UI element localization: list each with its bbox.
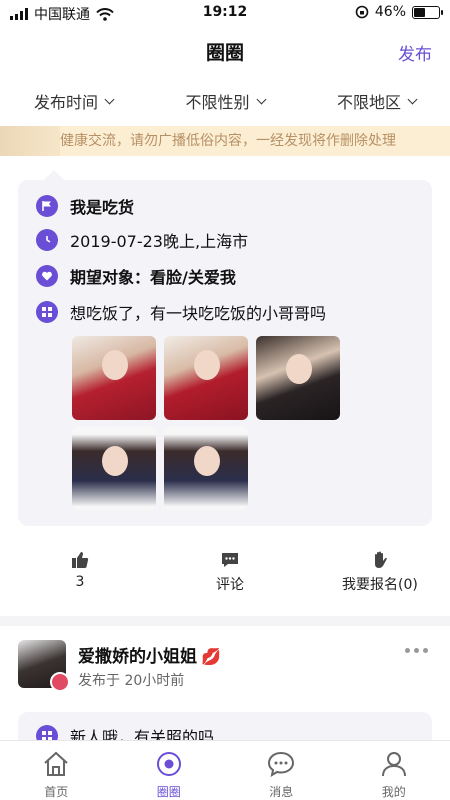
heart-icon [36, 265, 58, 287]
filter-region[interactable]: 不限地区 [336, 89, 418, 113]
chevron-down-icon [407, 94, 418, 104]
notice-image [0, 126, 60, 156]
notice-banner: 健康交流，请勿广播低俗内容，一经发现将作删除处理 [0, 126, 450, 156]
post-username[interactable]: 爱撒娇的小姐姐 [78, 647, 197, 667]
post-timestamp: 发布于 20小时前 [78, 673, 185, 689]
search-badge-icon [50, 672, 70, 692]
like-count: 3 [75, 574, 85, 590]
lips-icon: 💋 [201, 647, 221, 666]
filter-gender-label: 不限性别 [185, 93, 250, 112]
post-datetime: 2019-07-23晚上,上海市 [70, 232, 249, 251]
photo-thumbnail[interactable] [164, 426, 248, 510]
tab-profile-label: 我的 [381, 785, 406, 799]
post-title: 我是吃货 [70, 198, 135, 217]
filter-gender[interactable]: 不限性别 [185, 89, 266, 113]
more-icon[interactable] [405, 648, 428, 653]
chevron-down-icon [104, 94, 115, 104]
post-detail-box[interactable]: 我是吃货 2019-07-23晚上,上海市 期望对象：看脸/关爱我 想吃饭了，有… [18, 170, 432, 526]
nav-bar: 圈圈 发布 [0, 26, 450, 76]
photo-thumbnail[interactable] [164, 336, 248, 420]
circle-icon [156, 752, 181, 776]
photo-thumbnail[interactable] [256, 336, 340, 420]
filter-time[interactable]: 发布时间 [34, 89, 115, 113]
battery-icon [412, 5, 443, 19]
message-icon [268, 751, 295, 778]
signup-label: 我要报名(0) [342, 577, 418, 593]
tab-home[interactable]: 首页 [0, 741, 113, 800]
battery-percent: 46% [374, 4, 406, 20]
filter-bar: 发布时间 不限性别 不限地区 [0, 76, 450, 126]
post-time-row: 2019-07-23晚上,上海市 [36, 228, 248, 252]
post-content-row: 想吃饭了，有一块吃吃饭的小哥哥吗 [36, 300, 326, 324]
page-title: 圈圈 [205, 42, 244, 64]
home-icon [44, 751, 68, 776]
grid-icon [36, 301, 58, 323]
post-card: 我是吃货 2019-07-23晚上,上海市 期望对象：看脸/关爱我 想吃饭了，有… [0, 156, 450, 616]
status-right: 46% [355, 4, 443, 20]
thumbs-up-icon [70, 550, 90, 570]
post-title-row: 我是吃货 [36, 194, 134, 218]
comment-label: 评论 [216, 577, 244, 593]
post-expect-row: 期望对象：看脸/关爱我 [36, 264, 236, 288]
status-bar: 中国联通 19:12 46% [0, 0, 450, 26]
post-content: 想吃饭了，有一块吃吃饭的小哥哥吗 [70, 304, 327, 323]
tab-circle-label: 圈圈 [156, 785, 181, 799]
chevron-down-icon [256, 94, 266, 104]
post-username-row: 爱撒娇的小姐姐 💋 [78, 642, 221, 667]
tab-home-label: 首页 [44, 785, 69, 799]
like-button[interactable]: 3 [70, 550, 90, 590]
tab-messages-label: 消息 [269, 785, 294, 799]
tab-bar: 首页 圈圈 消息 我的 [0, 740, 450, 800]
tab-circle[interactable]: 圈圈 [113, 741, 226, 800]
filter-time-label: 发布时间 [34, 93, 99, 112]
photo-thumbnail[interactable] [72, 336, 156, 420]
clock-icon [36, 229, 58, 251]
filter-region-label: 不限地区 [336, 93, 401, 112]
photo-thumbnail[interactable] [72, 426, 156, 510]
comment-icon [220, 550, 240, 570]
comment-button[interactable]: 评论 [216, 550, 244, 594]
tab-messages[interactable]: 消息 [225, 741, 338, 800]
avatar[interactable] [18, 640, 70, 692]
signup-button[interactable]: 我要报名(0) [342, 550, 418, 594]
user-icon [381, 752, 406, 777]
post-actions: 3 评论 我要报名(0) [0, 550, 450, 600]
publish-button[interactable]: 发布 [398, 40, 432, 65]
post-expect: 期望对象：看脸/关爱我 [70, 268, 236, 287]
notice-text: 健康交流，请勿广播低俗内容，一经发现将作删除处理 [60, 133, 396, 149]
tab-profile[interactable]: 我的 [338, 741, 450, 800]
hand-icon [370, 550, 390, 570]
rotation-lock-icon [355, 5, 369, 19]
flag-icon [36, 195, 58, 217]
